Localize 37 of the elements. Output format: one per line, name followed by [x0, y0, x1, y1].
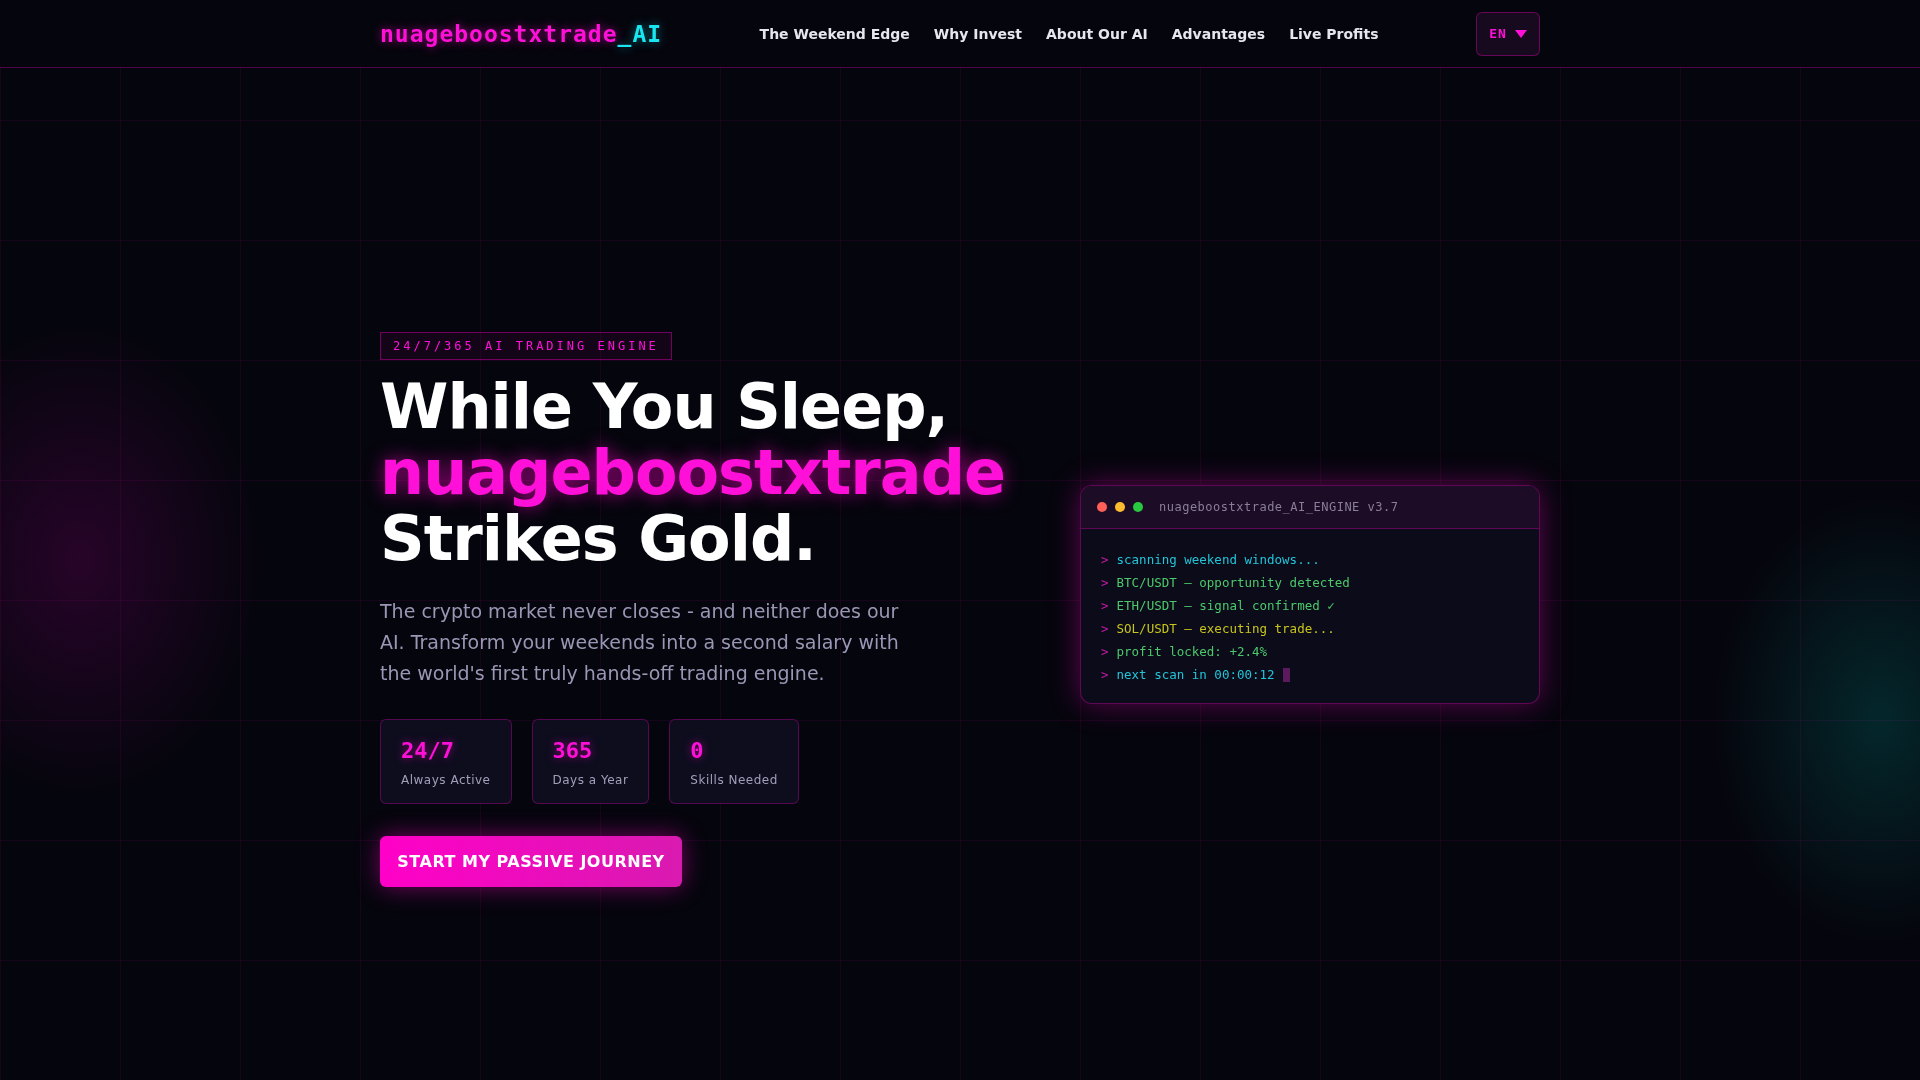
nav-link[interactable]: Live Profits [1289, 25, 1379, 42]
stat-value: 0 [690, 738, 705, 763]
stat-value: 365 [552, 738, 594, 763]
terminal-line: profit locked: +2.4% [1116, 644, 1268, 659]
headline-line: Strikes Gold. [380, 506, 816, 572]
prompt-symbol: > [1101, 644, 1109, 659]
headline-line: nuageboostxtrade [380, 440, 1006, 506]
maximize-dot-icon [1133, 502, 1143, 512]
terminal-line: ETH/USDT — signal confirmed ✓ [1116, 598, 1335, 613]
stat-value: 24/7 [401, 738, 455, 763]
stat-label: Skills Needed [690, 773, 778, 787]
description: The crypto market never closes - and neither does our AI. Transform your weekends into a second salary with the world's first truly hands-off trading engine. [380, 599, 900, 686]
terminal-line: next scan in 00:00:12 [1116, 667, 1275, 682]
badge: 24/7/365 AI TRADING ENGINE [380, 332, 672, 360]
headline-line: While You Sleep, [380, 374, 949, 440]
logo-suffix: _AI [617, 20, 663, 47]
terminal-line: SOL/USDT — executing trade... [1116, 621, 1335, 636]
prompt-symbol: > [1101, 667, 1109, 682]
nav-link[interactable]: About Our AI [1046, 25, 1148, 42]
prompt-symbol: > [1101, 552, 1109, 567]
terminal-line: BTC/USDT — opportunity detected [1116, 575, 1350, 590]
terminal-line: scanning weekend windows... [1116, 552, 1320, 567]
language-selector[interactable]: EN [1476, 11, 1540, 56]
prompt-symbol: > [1101, 621, 1109, 636]
nav-link[interactable]: Advantages [1171, 25, 1266, 42]
terminal-title: nuageboostxtrade_AI_ENGINE v3.7 [1159, 500, 1399, 514]
caret-icon [1514, 29, 1527, 38]
nav-link[interactable]: Why Invest [933, 25, 1023, 42]
cta-button[interactable]: START MY PASSIVE JOURNEY [380, 836, 682, 887]
logo-text: nuageboostxtrade [380, 20, 618, 47]
prompt-symbol: > [1101, 575, 1109, 590]
stat-label: Always Active [401, 773, 491, 787]
prompt-symbol: > [1101, 598, 1109, 613]
minimize-dot-icon [1115, 502, 1125, 512]
stat-label: Days a Year [552, 773, 629, 787]
close-dot-icon [1097, 502, 1107, 512]
nav-link[interactable]: The Weekend Edge [759, 25, 910, 42]
